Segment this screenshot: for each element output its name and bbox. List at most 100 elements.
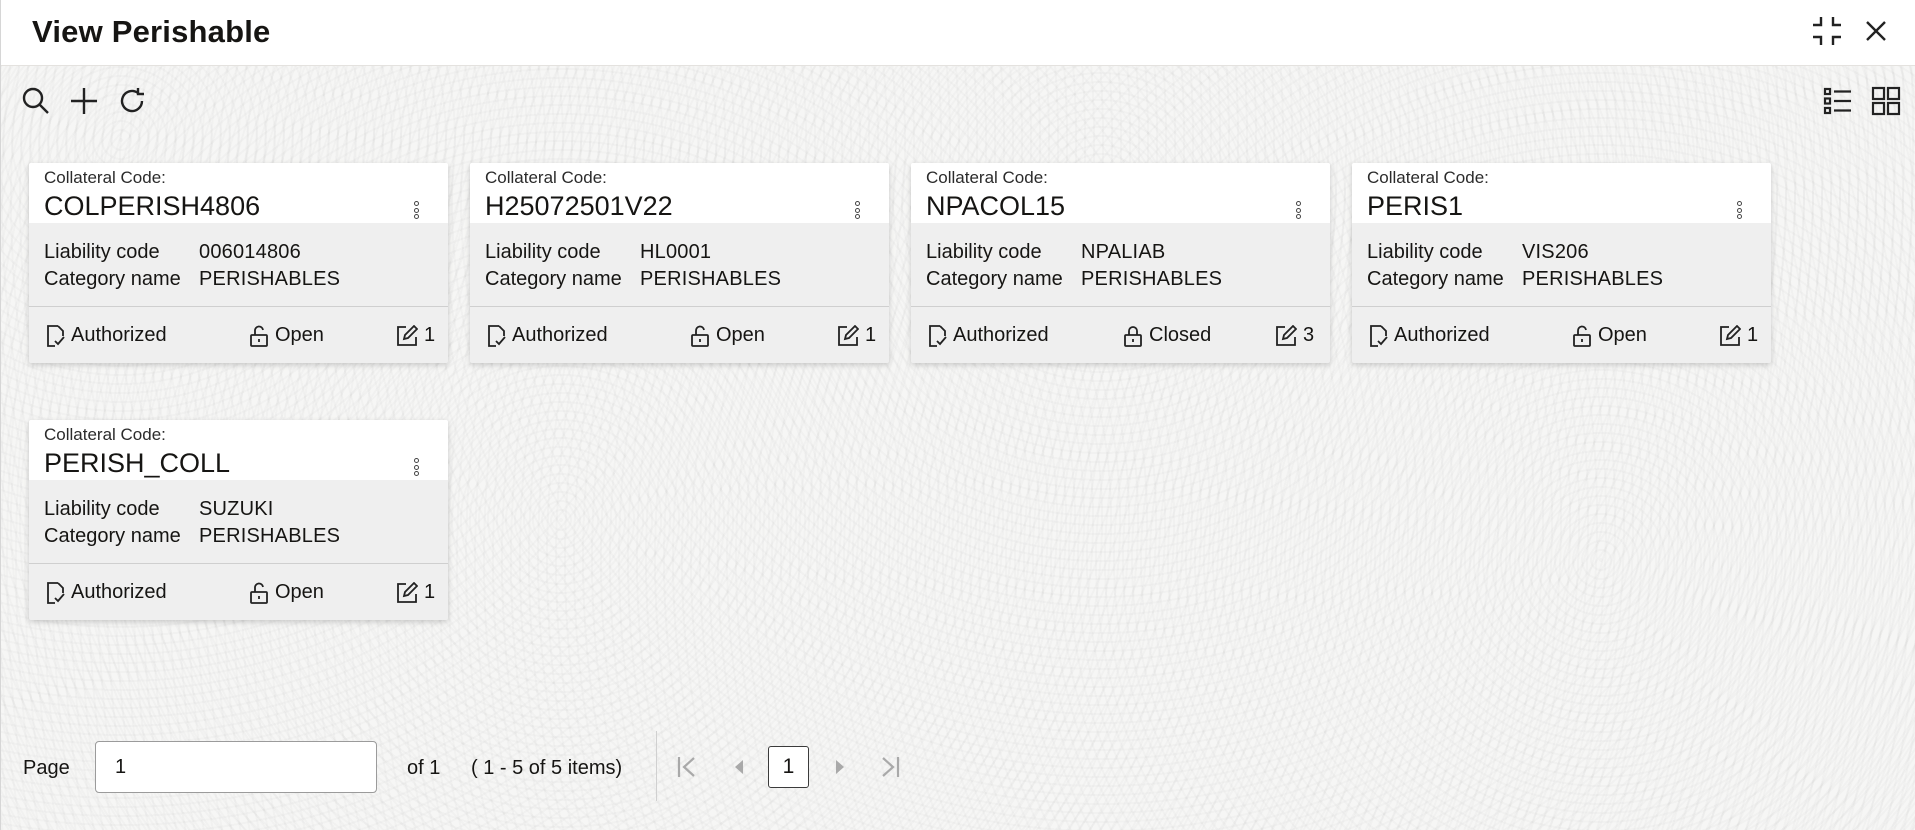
last-page-icon[interactable] bbox=[875, 751, 905, 783]
title-bar: View Perishable bbox=[1, 0, 1915, 66]
previous-page-icon[interactable] bbox=[724, 751, 754, 783]
authorization-status: Authorized bbox=[486, 324, 608, 347]
card-divider bbox=[470, 306, 889, 307]
lock-status: Closed bbox=[1123, 324, 1211, 347]
category-row: Category name PERISHABLES bbox=[44, 525, 340, 548]
collateral-code-value: H25072501V22 bbox=[485, 191, 673, 221]
edit-icon bbox=[1276, 324, 1297, 346]
modification-count-text: 1 bbox=[865, 324, 877, 346]
liability-row: Liability code HL0001 bbox=[485, 241, 711, 264]
page-count-label: of 1 bbox=[407, 757, 441, 779]
card-divider bbox=[29, 306, 448, 307]
category-row: Category name PERISHABLES bbox=[485, 268, 781, 291]
more-options-icon[interactable] bbox=[1296, 201, 1302, 221]
authorized-icon bbox=[929, 324, 947, 347]
grid-view-icon[interactable] bbox=[1869, 84, 1903, 118]
liability-row: Liability code VIS206 bbox=[1367, 241, 1589, 264]
authorized-icon bbox=[488, 324, 506, 347]
modification-count-text: 1 bbox=[1747, 324, 1759, 346]
authorization-status-text: Authorized bbox=[71, 324, 167, 346]
liability-code-label: Liability code bbox=[485, 241, 601, 263]
collateral-code-value: COLPERISH4806 bbox=[44, 191, 261, 221]
view-perishable-window: View Perishable Collateral Code: COLPERI… bbox=[0, 0, 1915, 830]
modification-count: 3 bbox=[1275, 324, 1314, 347]
category-name-value: PERISHABLES bbox=[199, 525, 341, 547]
collateral-card[interactable]: Collateral Code: PERIS1 Liability code VI… bbox=[1352, 163, 1771, 363]
category-name-label: Category name bbox=[485, 268, 622, 290]
collateral-code-label: Collateral Code: bbox=[44, 168, 166, 187]
authorized-icon bbox=[47, 581, 65, 604]
card-header: Collateral Code: H25072501V22 bbox=[470, 163, 889, 223]
search-icon[interactable] bbox=[19, 84, 53, 118]
modification-count: 1 bbox=[396, 581, 435, 604]
authorization-status-text: Authorized bbox=[512, 324, 608, 346]
authorization-status-text: Authorized bbox=[1394, 324, 1490, 346]
liability-code-value: HL0001 bbox=[640, 241, 712, 263]
unlocked-icon bbox=[250, 325, 268, 347]
liability-code-value: SUZUKI bbox=[199, 498, 274, 520]
liability-code-value: NPALIAB bbox=[1081, 241, 1166, 263]
lock-status-text: Open bbox=[716, 324, 765, 346]
category-row: Category name PERISHABLES bbox=[926, 268, 1222, 291]
unlocked-icon bbox=[250, 582, 268, 604]
category-name-value: PERISHABLES bbox=[640, 268, 782, 290]
modification-count-text: 1 bbox=[424, 324, 436, 346]
category-name-label: Category name bbox=[44, 268, 181, 290]
pagination-bar: Page of 1 ( 1 - 5 of 5 items) 1 bbox=[1, 731, 1915, 801]
collateral-card[interactable]: Collateral Code: PERISH_COLL Liability c… bbox=[29, 420, 448, 620]
first-page-icon[interactable] bbox=[672, 751, 702, 783]
category-name-value: PERISHABLES bbox=[199, 268, 341, 290]
authorized-icon bbox=[47, 324, 65, 347]
modification-count: 1 bbox=[396, 324, 435, 347]
page-title: View Perishable bbox=[32, 14, 271, 49]
collateral-card[interactable]: Collateral Code: H25072501V22 Liability … bbox=[470, 163, 889, 363]
collateral-code-value: NPACOL15 bbox=[926, 191, 1066, 221]
authorization-status-text: Authorized bbox=[71, 581, 167, 603]
card-divider bbox=[1352, 306, 1771, 307]
collateral-card[interactable]: Collateral Code: COLPERISH4806 Liability… bbox=[29, 163, 448, 363]
page-label: Page bbox=[23, 757, 70, 779]
liability-code-label: Liability code bbox=[44, 241, 160, 263]
liability-row: Liability code NPALIAB bbox=[926, 241, 1165, 264]
authorization-status-text: Authorized bbox=[953, 324, 1049, 346]
close-icon[interactable] bbox=[1859, 14, 1893, 48]
unlocked-icon bbox=[1573, 325, 1591, 347]
edit-icon bbox=[397, 324, 418, 346]
card-header: Collateral Code: PERIS1 bbox=[1352, 163, 1771, 223]
more-options-icon[interactable] bbox=[414, 458, 420, 478]
collateral-code-value: PERISH_COLL bbox=[44, 448, 231, 478]
collateral-card[interactable]: Collateral Code: NPACOL15 Liability code… bbox=[911, 163, 1330, 363]
card-divider bbox=[911, 306, 1330, 307]
locked-icon bbox=[1124, 325, 1142, 347]
more-options-icon[interactable] bbox=[414, 201, 420, 221]
liability-code-value: 006014806 bbox=[199, 241, 301, 263]
category-name-value: PERISHABLES bbox=[1081, 268, 1223, 290]
edit-icon bbox=[1720, 324, 1741, 346]
page-button-current[interactable]: 1 bbox=[768, 746, 809, 788]
list-view-icon[interactable] bbox=[1821, 84, 1855, 118]
collateral-code-label: Collateral Code: bbox=[1367, 168, 1489, 187]
more-options-icon[interactable] bbox=[1737, 201, 1743, 221]
liability-row: Liability code 006014806 bbox=[44, 241, 301, 264]
more-options-icon[interactable] bbox=[855, 201, 861, 221]
collateral-code-label: Collateral Code: bbox=[926, 168, 1048, 187]
category-name-label: Category name bbox=[1367, 268, 1504, 290]
refresh-icon[interactable] bbox=[115, 84, 149, 118]
collateral-code-value: PERIS1 bbox=[1367, 191, 1464, 221]
next-page-icon[interactable] bbox=[825, 751, 855, 783]
liability-code-value: VIS206 bbox=[1522, 241, 1589, 263]
lock-status: Open bbox=[690, 324, 765, 347]
minimize-icon[interactable] bbox=[1809, 13, 1845, 49]
page-number-input[interactable] bbox=[95, 741, 377, 793]
modification-count-text: 3 bbox=[1303, 324, 1315, 346]
modification-count-text: 1 bbox=[424, 581, 436, 603]
liability-row: Liability code SUZUKI bbox=[44, 498, 274, 521]
card-header: Collateral Code: COLPERISH4806 bbox=[29, 163, 448, 223]
edit-icon bbox=[838, 324, 859, 346]
plus-icon[interactable] bbox=[67, 84, 101, 118]
lock-status-text: Open bbox=[275, 324, 324, 346]
unlocked-icon bbox=[691, 325, 709, 347]
edit-icon bbox=[397, 581, 418, 603]
authorized-icon bbox=[1370, 324, 1388, 347]
card-header: Collateral Code: PERISH_COLL bbox=[29, 420, 448, 480]
